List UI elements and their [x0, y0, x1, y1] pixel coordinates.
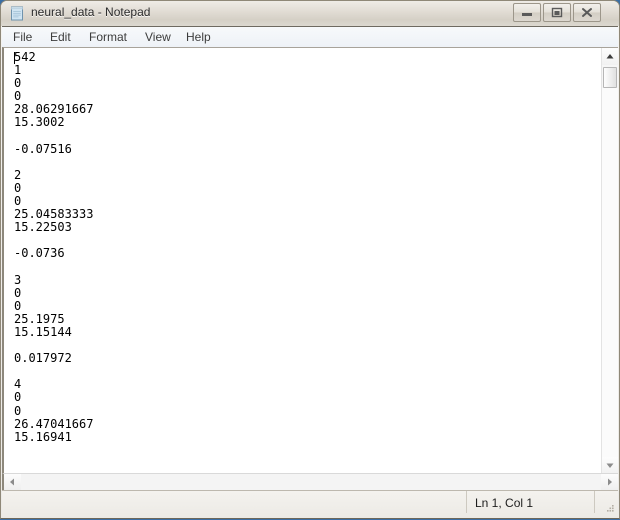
status-bar-divider-right [594, 491, 595, 513]
maximize-button[interactable] [543, 3, 571, 22]
menu-item-view[interactable]: View [145, 30, 171, 44]
menu-item-edit[interactable]: Edit [50, 30, 71, 44]
resize-grip-icon[interactable] [603, 502, 615, 514]
menu-bar: File Edit Format View Help [2, 26, 618, 47]
minimize-button[interactable] [513, 3, 541, 22]
horizontal-scrollbar[interactable] [2, 473, 618, 490]
scroll-right-icon[interactable] [601, 474, 618, 490]
status-bar-divider [466, 491, 467, 513]
editor-text-content: 542 1 0 0 28.06291667 15.3002 -0.07516 2… [14, 50, 94, 444]
scroll-left-icon[interactable] [4, 474, 21, 490]
window-title: neural_data - Notepad [31, 5, 151, 19]
vertical-scrollbar-thumb[interactable] [603, 67, 617, 88]
notepad-document-icon [10, 6, 25, 21]
notepad-window: neural_data - Notepad File Edit Format V… [0, 0, 620, 519]
editor-client-area: 542 1 0 0 28.06291667 15.3002 -0.07516 2… [2, 47, 618, 474]
title-bar[interactable]: neural_data - Notepad [1, 1, 619, 26]
cursor-position-status: Ln 1, Col 1 [475, 496, 534, 510]
scroll-down-icon[interactable] [602, 457, 618, 474]
menu-item-help[interactable]: Help [186, 30, 211, 44]
vertical-scrollbar[interactable] [601, 48, 618, 474]
close-button[interactable] [573, 3, 601, 22]
vertical-scrollbar-track[interactable] [602, 88, 618, 457]
scroll-up-icon[interactable] [602, 48, 618, 65]
menu-item-format[interactable]: Format [89, 30, 127, 44]
text-editor[interactable]: 542 1 0 0 28.06291667 15.3002 -0.07516 2… [4, 48, 601, 473]
menu-item-file[interactable]: File [13, 30, 32, 44]
status-bar: Ln 1, Col 1 [2, 490, 618, 518]
